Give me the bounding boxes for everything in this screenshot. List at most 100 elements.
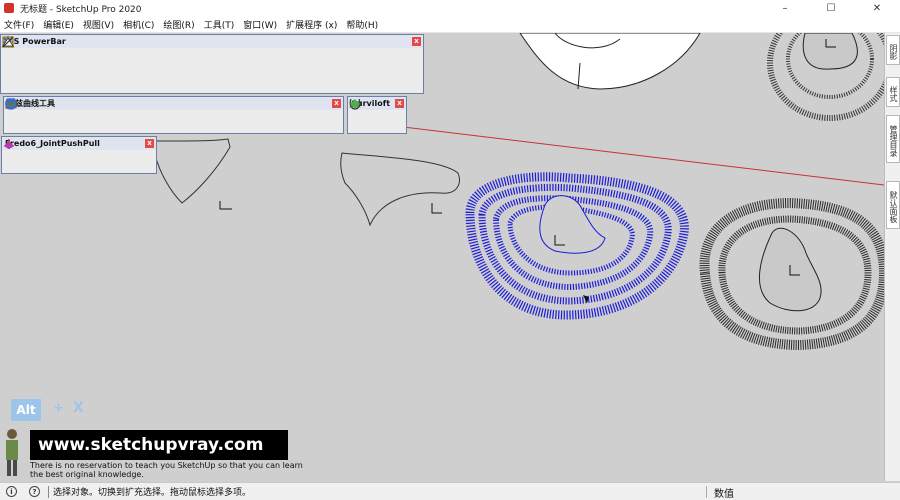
bezier-edit-icon[interactable] <box>5 98 256 129</box>
jhs-warning-icon[interactable] <box>1 35 19 88</box>
jhs-tool-21-icon[interactable] <box>3 37 354 67</box>
menu-extensions[interactable]: 扩展程序 (x) <box>286 18 337 31</box>
close-button[interactable]: ✕ <box>854 0 900 16</box>
bezier-fspline-icon[interactable] <box>5 99 184 129</box>
jhs-tool-49-icon[interactable] <box>2 36 422 88</box>
jhs-tool-46-icon[interactable] <box>3 37 369 88</box>
bezier-classic-icon[interactable] <box>5 99 76 129</box>
jhs-tool-31-icon[interactable] <box>3 38 107 88</box>
bezier-rectangle-icon[interactable] <box>5 99 130 129</box>
jhs-tool-25-icon[interactable] <box>3 38 421 67</box>
jhs-tool-12-icon[interactable] <box>2 36 203 67</box>
jhs-tool-19-icon[interactable] <box>2 36 320 67</box>
bezier-curve-icon[interactable] <box>5 99 40 129</box>
fredo-options-icon[interactable] <box>4 141 146 169</box>
jhs-tool-4-icon[interactable] <box>3 38 68 67</box>
menu-draw[interactable]: 绘图(R) <box>163 18 194 31</box>
help-icon[interactable]: ? <box>29 486 40 497</box>
maximize-button[interactable]: ☐ <box>808 0 854 16</box>
jhs-tool-35-icon[interactable] <box>4 38 177 88</box>
menu-window[interactable]: 窗口(W) <box>243 18 277 31</box>
jhs-tool-5-icon[interactable] <box>3 38 85 67</box>
menu-edit[interactable]: 编辑(E) <box>43 18 74 31</box>
jhs-tool-37-icon[interactable] <box>4 38 212 88</box>
info-icon[interactable]: i <box>6 486 17 497</box>
fredo-thicken-icon[interactable] <box>4 141 110 169</box>
jhs-tool-23-icon[interactable] <box>2 36 388 67</box>
curviloft-loft-icon[interactable] <box>349 98 366 129</box>
jhs-tool-27-icon[interactable] <box>3 38 37 88</box>
jhs-tool-41-icon[interactable] <box>3 38 282 88</box>
fredo-undo-icon[interactable] <box>4 141 128 169</box>
jhs-tool-3-icon[interactable] <box>3 38 52 67</box>
jhs-tool-18-icon[interactable] <box>2 36 304 67</box>
bezier-ellipse-icon[interactable] <box>5 99 166 129</box>
menu-file[interactable]: 文件(F) <box>4 18 34 31</box>
fredo-extrude-icon[interactable] <box>4 141 74 169</box>
jhs-tool-6-icon[interactable] <box>3 38 102 67</box>
jhs-tool-40-icon[interactable] <box>3 38 264 88</box>
menu-camera[interactable]: 相机(C) <box>123 18 154 31</box>
bezier-polyline-icon[interactable] <box>5 98 58 129</box>
jhs-tool-10-icon[interactable] <box>3 37 169 67</box>
menu-view[interactable]: 视图(V) <box>83 18 114 31</box>
bezier-cubic-icon[interactable] <box>6 98 94 129</box>
bezier-leaf-icon[interactable] <box>5 99 310 129</box>
jhs-tool-14-icon[interactable] <box>2 36 236 67</box>
bezier-wrench-icon[interactable] <box>6 99 292 129</box>
jhs-tool-36-icon[interactable] <box>4 38 194 88</box>
toolbar-fredo-close-button[interactable]: x <box>145 139 154 148</box>
bezier-circle-icon[interactable] <box>5 98 148 129</box>
jhs-tool-2-icon[interactable] <box>3 38 35 67</box>
jhs-tool-38-icon[interactable] <box>4 38 229 88</box>
jhs-tool-45-icon[interactable] <box>2 36 352 88</box>
jhs-tool-43-icon[interactable] <box>3 38 317 88</box>
jhs-tool-32-icon[interactable] <box>3 40 124 88</box>
tray-tab-styles[interactable]: 样式 <box>886 77 900 107</box>
jhs-tool-34-icon[interactable] <box>4 38 159 88</box>
tray-tab-default[interactable]: 默认面板 <box>886 181 900 229</box>
fredo-vector-pushpull-icon[interactable] <box>4 139 38 169</box>
curviloft-spline-icon[interactable] <box>350 99 402 129</box>
jhs-tool-17-icon[interactable] <box>2 38 287 67</box>
jhs-tool-30-icon[interactable] <box>3 37 89 88</box>
bezier-arc-icon[interactable] <box>5 102 112 129</box>
bezier-spline-icon[interactable] <box>5 100 22 129</box>
fredo-normal-pushpull-icon[interactable] <box>4 141 56 169</box>
jhs-tool-29-icon[interactable] <box>3 38 72 88</box>
jhs-tool-20-icon[interactable] <box>2 36 337 67</box>
jhs-tool-22-icon[interactable] <box>3 37 371 67</box>
jhs-tool-11-icon[interactable] <box>3 37 186 67</box>
curviloft-skin-icon[interactable] <box>349 100 384 129</box>
fredo-joint-pushpull-icon[interactable] <box>4 141 20 169</box>
jhs-tool-16-icon[interactable] <box>3 39 270 67</box>
toolbar-fredo-header[interactable]: Fredo6_JointPushPull x <box>2 137 156 150</box>
bezier-hook-icon[interactable] <box>7 99 202 129</box>
bezier-corner-icon[interactable] <box>7 99 220 129</box>
jhs-tool-48-icon[interactable] <box>2 37 404 88</box>
jhs-tool-15-icon[interactable] <box>3 36 253 67</box>
jhs-tool-28-icon[interactable] <box>3 38 54 88</box>
toolbar-curviloft-close-button[interactable]: x <box>395 99 404 108</box>
jhs-tool-9-icon[interactable] <box>3 37 152 67</box>
toolbar-jhs-header[interactable]: JHS PowerBar x <box>1 35 423 48</box>
bezier-join-icon[interactable] <box>5 99 328 129</box>
tray-tab-shadows[interactable]: 阴影 <box>886 35 900 65</box>
jhs-tool-42-icon[interactable] <box>3 38 299 88</box>
jhs-tool-1-icon[interactable] <box>3 38 18 67</box>
bezier-arc-red-icon[interactable] <box>5 102 238 129</box>
menu-tools[interactable]: 工具(T) <box>204 18 235 31</box>
bezier-dotcircle-icon[interactable] <box>5 98 274 129</box>
jhs-tool-24-icon[interactable] <box>1 36 404 67</box>
toolbar-bezier-header[interactable]: 贝兹曲线工具 x <box>4 97 343 110</box>
menu-help[interactable]: 帮助(H) <box>346 18 378 31</box>
jhs-tool-39-icon[interactable] <box>3 38 247 88</box>
jhs-tool-8-icon[interactable] <box>2 37 136 67</box>
tray-tab-outliner[interactable]: 管理目录 <box>886 115 900 163</box>
modeling-viewport[interactable]: JHS PowerBar x 贝兹曲线工具 x Curviloft x Fred… <box>0 33 884 481</box>
jhs-tool-47-icon[interactable] <box>3 37 387 88</box>
toolbar-bezier-close-button[interactable]: x <box>332 99 341 108</box>
jhs-tool-13-icon[interactable] <box>3 37 220 67</box>
jhs-tool-33-icon[interactable] <box>3 37 142 88</box>
jhs-tool-44-icon[interactable] <box>3 37 334 88</box>
